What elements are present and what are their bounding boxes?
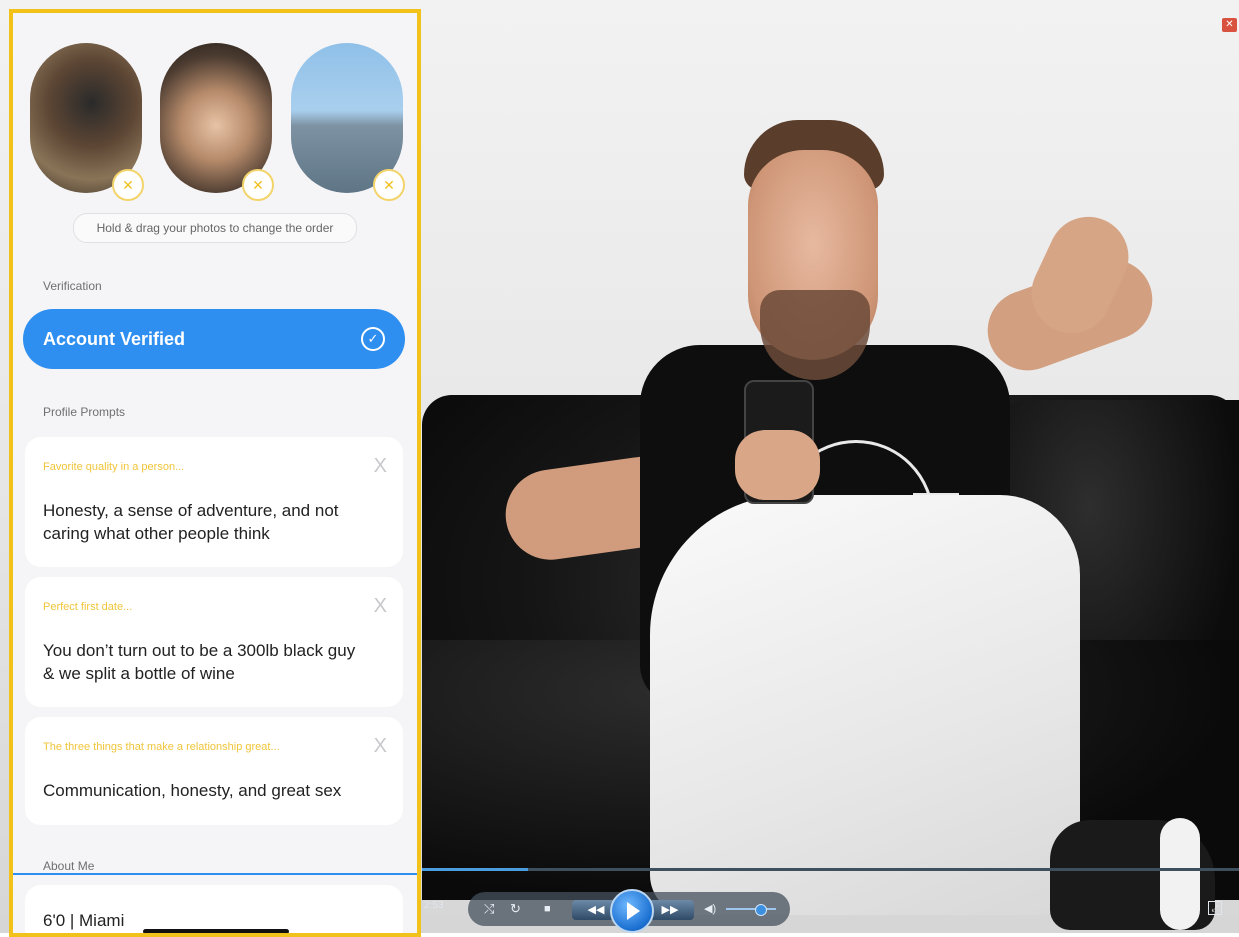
remove-prompt-icon[interactable]: X [374,455,387,478]
profile-photo[interactable]: ✕ [291,43,405,201]
profile-edit-panel: ✕ ✕ ✕ Hold & drag your photos to change … [9,9,421,937]
about-me-label: About Me [43,859,95,873]
prompt-question: Favorite quality in a person... [43,461,185,473]
volume-slider-knob[interactable] [755,904,767,916]
prompt-answer: Honesty, a sense of adventure, and not c… [43,501,339,543]
remove-prompt-icon[interactable]: X [374,735,387,758]
volume-icon[interactable]: ◀) [704,892,716,926]
person-legs [650,495,1080,915]
elapsed-time: 2:53 [424,900,444,911]
stop-icon[interactable]: ■ [544,892,551,926]
close-icon[interactable]: ✕ [1222,18,1237,32]
drag-hint: Hold & drag your photos to change the or… [73,213,357,243]
repeat-icon[interactable]: ↻ [510,892,521,926]
profile-photo[interactable]: ✕ [160,43,274,201]
prompt-answer: You don’t turn out to be a 300lb black g… [43,641,356,683]
player-controls: ⤭ ↻ ■ ◀◀ ▶▶ ◀) [468,889,790,933]
fullscreen-icon[interactable]: ⤢ [1208,901,1222,915]
play-button[interactable] [610,889,654,933]
verification-label: Verification [43,279,102,293]
seek-bar[interactable] [422,868,1239,871]
prompt-card[interactable]: The three things that make a relationshi… [25,717,403,825]
prompt-question: Perfect first date... [43,601,133,613]
seek-bar-fill [422,868,529,871]
shoe-sole [1160,818,1200,930]
remove-prompt-icon[interactable]: X [374,595,387,618]
remove-photo-icon[interactable]: ✕ [112,169,144,201]
profile-photo[interactable]: ✕ [30,43,144,201]
home-indicator [143,929,289,933]
person-hand [735,430,820,500]
account-verified-button[interactable]: Account Verified ✓ [23,309,405,369]
prompt-card[interactable]: Perfect first date... You don’t turn out… [25,577,403,707]
shuffle-icon[interactable]: ⤭ [484,892,494,926]
profile-prompts-label: Profile Prompts [43,405,126,419]
account-verified-label: Account Verified [43,329,186,349]
prompt-question: The three things that make a relationshi… [43,741,280,753]
check-icon: ✓ [361,327,385,351]
volume-slider[interactable] [726,908,776,910]
prompt-card[interactable]: Favorite quality in a person... Honesty,… [25,437,403,567]
divider [13,873,417,875]
remove-photo-icon[interactable]: ✕ [373,169,405,201]
about-me-text: 6'0 | Miami [43,911,125,930]
remove-photo-icon[interactable]: ✕ [242,169,274,201]
prompt-answer: Communication, honesty, and great sex [43,781,342,800]
